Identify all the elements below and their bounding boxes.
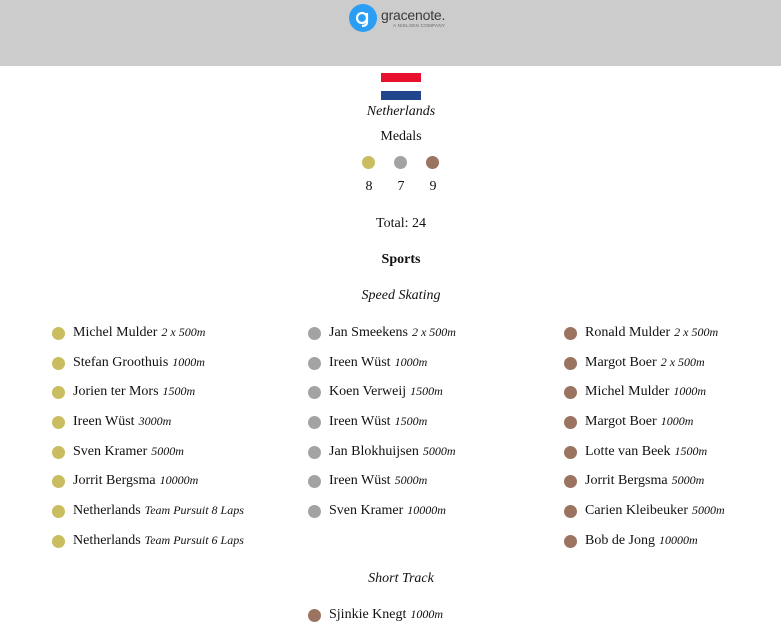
athlete-name: Jorien ter Mors 1500m bbox=[73, 384, 196, 400]
gold-count: 8 bbox=[365, 179, 373, 194]
gracenote-logo-icon bbox=[349, 4, 377, 32]
flag-stripe-white bbox=[381, 82, 421, 91]
athlete-name: Ireen Wüst 3000m bbox=[73, 414, 172, 430]
event-name: 1000m bbox=[660, 414, 694, 429]
athlete-name: Bob de Jong 10000m bbox=[585, 532, 698, 548]
event-name: 2 x 500m bbox=[411, 325, 456, 339]
country-name: Netherlands bbox=[366, 104, 436, 119]
event-name: 5000m bbox=[671, 473, 705, 488]
silver-medal-icon bbox=[394, 156, 407, 169]
event-name: 1000m bbox=[172, 354, 205, 369]
event-name: 1500m bbox=[162, 384, 196, 399]
bronze-medal-icon bbox=[564, 445, 577, 459]
event-name: 1000m bbox=[673, 384, 707, 399]
logo-tagline: A NIELSEN COMPANY bbox=[393, 22, 446, 28]
silver-count: 7 bbox=[397, 179, 405, 194]
event-name: 1500m bbox=[674, 443, 708, 458]
event-name: 5000m bbox=[422, 443, 456, 458]
gold-medal-icon bbox=[52, 386, 65, 400]
athlete-name: Jorrit Bergsma 5000m bbox=[585, 473, 705, 489]
silver-medal-icon bbox=[308, 475, 321, 489]
event-name: 1000m bbox=[394, 354, 428, 369]
athlete-name: Jan Blokhuijsen 5000m bbox=[329, 443, 456, 459]
sport-title-speed-skating: Speed Skating bbox=[361, 288, 441, 303]
athlete-name: Ireen Wüst 1500m bbox=[329, 414, 428, 430]
event-name: 1000m bbox=[410, 607, 444, 621]
bronze-count: 9 bbox=[429, 179, 437, 194]
medal-total: Total: 24 bbox=[376, 216, 426, 231]
event-name: 10000m bbox=[659, 532, 698, 547]
athlete-name: Lotte van Beek 1500m bbox=[585, 443, 708, 459]
bronze-medal-icon bbox=[564, 386, 577, 400]
silver-medal-icon bbox=[308, 327, 321, 340]
event-name: 10000m bbox=[407, 503, 446, 518]
athlete-name: Margot Boer 2 x 500m bbox=[585, 354, 705, 370]
bronze-medal-icon bbox=[564, 327, 577, 340]
logo-wordmark: gracenote. bbox=[381, 6, 446, 23]
bronze-medal-icon bbox=[564, 534, 577, 548]
silver-medal-icon bbox=[308, 416, 321, 430]
gold-medal-icon bbox=[52, 534, 65, 548]
gold-medal-icon bbox=[52, 416, 65, 430]
athlete-name: Sven Kramer 10000m bbox=[329, 503, 446, 519]
sports-heading: Sports bbox=[381, 252, 421, 267]
bronze-medal-icon bbox=[426, 156, 439, 169]
silver-medal-icon bbox=[308, 445, 321, 459]
flag-stripe-blue bbox=[381, 91, 421, 100]
gold-medal-icon bbox=[362, 156, 375, 169]
bronze-medal-icon bbox=[308, 609, 321, 622]
athlete-name: Ireen Wüst 1000m bbox=[329, 354, 428, 370]
athlete-name: Ronald Mulder 2 x 500m bbox=[585, 325, 719, 340]
event-name: Team Pursuit 6 Laps bbox=[144, 532, 244, 547]
gold-medal-icon bbox=[52, 445, 65, 459]
event-name: 2 x 500m bbox=[660, 354, 705, 369]
athlete-name: Michel Mulder 2 x 500m bbox=[73, 325, 206, 340]
athlete-name: Netherlands Team Pursuit 8 Laps bbox=[73, 503, 244, 519]
medals-label: Medals bbox=[380, 129, 422, 144]
silver-medal-icon bbox=[308, 386, 321, 400]
athlete-name: Carien Kleibeuker 5000m bbox=[585, 503, 725, 519]
athlete-name: Margot Boer 1000m bbox=[585, 414, 694, 430]
silver-medal-icon bbox=[308, 505, 321, 519]
event-name: 1500m bbox=[410, 384, 443, 399]
athlete-name: Ireen Wüst 5000m bbox=[329, 473, 428, 489]
bronze-medal-icon bbox=[564, 416, 577, 430]
gold-medal-icon bbox=[52, 505, 65, 519]
bronze-medal-icon bbox=[564, 356, 577, 370]
gold-medal-icon bbox=[52, 356, 65, 370]
event-name: 2 x 500m bbox=[674, 325, 719, 339]
athlete-name: Jorrit Bergsma 10000m bbox=[73, 473, 199, 489]
athlete-name: Netherlands Team Pursuit 6 Laps bbox=[73, 532, 244, 548]
flag-stripe-red bbox=[381, 73, 421, 82]
gold-medal-icon bbox=[52, 475, 65, 489]
gracenote-logo[interactable]: gracenote. A NIELSEN COMPANY bbox=[349, 4, 445, 32]
event-name: Team Pursuit 8 Laps bbox=[144, 503, 244, 518]
event-name: 5000m bbox=[394, 473, 428, 488]
athlete-name: Koen Verweij 1500m bbox=[329, 384, 443, 400]
event-name: 10000m bbox=[159, 473, 199, 488]
athlete-name: Sjinkie Knegt 1000m bbox=[329, 607, 444, 622]
country-flag bbox=[381, 73, 421, 100]
athlete-name: Stefan Groothuis 1000m bbox=[73, 354, 205, 370]
athlete-name: Michel Mulder 1000m bbox=[585, 384, 707, 400]
sport-title-short-track: Short Track bbox=[368, 571, 434, 586]
page-header: gracenote. A NIELSEN COMPANY bbox=[0, 0, 781, 66]
bronze-medal-icon bbox=[564, 475, 577, 489]
event-name: 5000m bbox=[151, 443, 184, 458]
bronze-medal-icon bbox=[564, 505, 577, 519]
silver-medal-icon bbox=[308, 356, 321, 370]
event-name: 1500m bbox=[394, 414, 428, 429]
event-name: 5000m bbox=[692, 503, 725, 518]
athlete-name: Sven Kramer 5000m bbox=[73, 443, 184, 459]
athlete-name: Jan Smeekens 2 x 500m bbox=[329, 325, 456, 340]
event-name: 3000m bbox=[138, 414, 172, 429]
gold-medal-icon bbox=[52, 327, 65, 340]
event-name: 2 x 500m bbox=[161, 325, 206, 339]
